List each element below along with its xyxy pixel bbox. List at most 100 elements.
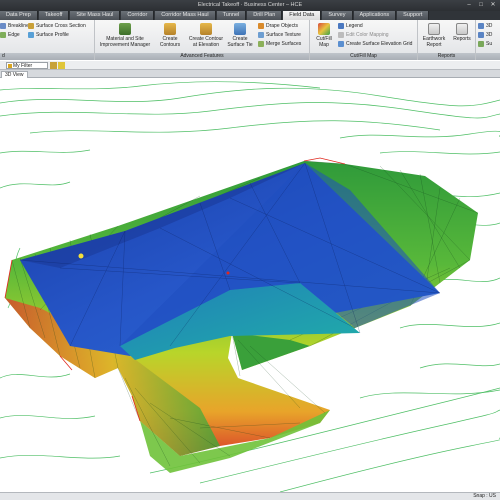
tab-3d-view[interactable]: 3D View — [1, 71, 28, 78]
drape-objects-button[interactable]: Drape Objects — [258, 23, 298, 29]
ribbon-group-cut-fill: Cut/Fill Map Legend Edit Color Mapping C… — [310, 20, 418, 60]
ribbon: Breakline Edge Surface Cross Section Sur… — [0, 20, 500, 60]
maximize-icon[interactable]: □ — [476, 1, 486, 9]
reports-button[interactable]: Reports — [449, 23, 475, 42]
tab-support[interactable]: Support — [397, 11, 430, 20]
ribbon-group-reports: Earthwork Report Reports Reports — [418, 20, 476, 60]
material-manager-button[interactable]: Material and Site Improvement Manager — [97, 23, 153, 48]
create-contour-elevation-button[interactable]: Create Contour at Elevation — [187, 23, 225, 48]
3d-label-2: 3D — [486, 32, 493, 38]
highlight-icon[interactable] — [58, 62, 65, 69]
merge-surfaces-label: Merge Surfaces — [266, 41, 302, 47]
selection-marker[interactable] — [78, 253, 84, 259]
3d-icon — [478, 23, 484, 29]
legend-label: Legend — [346, 23, 363, 29]
minimize-icon[interactable]: – — [464, 1, 474, 9]
merge-surfaces-button[interactable]: Merge Surfaces — [258, 41, 301, 47]
edge-button[interactable]: Edge — [0, 32, 20, 38]
drape-objects-label: Drape Objects — [266, 23, 298, 29]
edge-label: Edge — [8, 32, 20, 38]
surface-texture-label: Surface Texture — [266, 32, 301, 38]
3d-viewport[interactable] — [0, 78, 500, 492]
tab-field-data[interactable]: Field Data — [283, 11, 322, 20]
cross-section-icon — [28, 23, 34, 29]
create-surface-tie-label: Create Surface Tie — [227, 36, 253, 48]
3d-label-1: 3D — [486, 23, 493, 29]
snap-status[interactable]: Snap : US — [473, 493, 496, 500]
earthwork-report-button[interactable]: Earthwork Report — [419, 23, 449, 48]
surface-label-right: Su — [486, 41, 493, 47]
point-marker[interactable] — [226, 271, 230, 275]
drape-icon — [258, 23, 264, 29]
filter-dropdown[interactable]: My Filter — [6, 62, 48, 69]
group-label-cut-fill: Cut/Fill Map — [310, 53, 417, 60]
window-title: Electrical Takeoff · Business Center – H… — [197, 2, 303, 8]
surface-icon — [478, 41, 484, 47]
group-label-left: d — [0, 53, 94, 60]
edit-color-mapping-button[interactable]: Edit Color Mapping — [338, 32, 389, 38]
reports-label: Reports — [453, 36, 471, 42]
ribbon-group-surface: Breakline Edge Surface Cross Section Sur… — [0, 20, 95, 60]
earthwork-report-label: Earthwork Report — [422, 36, 446, 48]
tab-data-prep[interactable]: Data Prep — [0, 11, 38, 20]
profile-icon — [28, 32, 34, 38]
status-bar: Snap : US — [0, 492, 500, 500]
3d-button-2[interactable]: 3D — [478, 32, 492, 38]
tab-corridor[interactable]: Corridor — [121, 11, 155, 20]
surface-elevation-grid-label: Create Surface Elevation Grid — [346, 41, 413, 47]
material-icon — [119, 23, 131, 35]
cut-fill-map-label: Cut/Fill Map — [316, 36, 332, 48]
cut-fill-map-button[interactable]: Cut/Fill Map — [312, 23, 336, 48]
color-mapping-icon — [338, 32, 344, 38]
tab-tunnel[interactable]: Tunnel — [216, 11, 247, 20]
surface-texture-button[interactable]: Surface Texture — [258, 32, 301, 38]
contours-icon — [164, 23, 176, 35]
tab-corridor-mass-haul[interactable]: Corridor Mass Haul — [155, 11, 216, 20]
legend-button[interactable]: Legend — [338, 23, 363, 29]
terrain-view — [0, 81, 500, 492]
create-contours-button[interactable]: Create Contours — [153, 23, 187, 48]
surface-cross-section-label: Surface Cross Section — [36, 23, 86, 29]
report-icon — [428, 23, 440, 35]
group-label-right — [476, 53, 500, 60]
texture-icon — [258, 32, 264, 38]
group-label-advanced: Advanced Features — [95, 53, 309, 60]
ribbon-group-right: 3D 3D Su — [476, 20, 500, 60]
close-icon[interactable]: ✕ — [488, 1, 498, 9]
surface-profile-button[interactable]: Surface Profile — [28, 32, 69, 38]
create-surface-tie-button[interactable]: Create Surface Tie — [225, 23, 255, 48]
filter-icon — [8, 64, 12, 68]
breakline-icon — [0, 23, 6, 29]
material-manager-label: Material and Site Improvement Manager — [99, 36, 151, 48]
legend-icon — [338, 23, 344, 29]
filter-options-icon[interactable] — [50, 62, 57, 69]
edge-icon — [0, 32, 6, 38]
surface-button-right[interactable]: Su — [478, 41, 492, 47]
filter-toolbar: My Filter — [0, 61, 500, 70]
tab-site-mass-haul[interactable]: Site Mass Haul — [70, 11, 121, 20]
tab-drill-plan[interactable]: Drill Plan — [247, 11, 283, 20]
surface-profile-label: Surface Profile — [36, 32, 69, 38]
tab-applications[interactable]: Applications — [353, 11, 397, 20]
tab-takeoff[interactable]: Takeoff — [38, 11, 70, 20]
breakline-button[interactable]: Breakline — [0, 23, 29, 29]
ribbon-group-advanced-features: Material and Site Improvement Manager Cr… — [95, 20, 310, 60]
3d-icon — [478, 32, 484, 38]
surface-cross-section-button[interactable]: Surface Cross Section — [28, 23, 86, 29]
create-contours-label: Create Contours — [159, 36, 181, 48]
ribbon-tabs: Data Prep Takeoff Site Mass Haul Corrido… — [0, 11, 500, 20]
contour-elevation-icon — [200, 23, 212, 35]
tab-survey[interactable]: Survey — [322, 11, 353, 20]
window-controls: – □ ✕ — [464, 1, 498, 9]
breakline-label: Breakline — [8, 23, 29, 29]
edit-color-mapping-label: Edit Color Mapping — [346, 32, 389, 38]
surface-tie-icon — [234, 23, 246, 35]
create-contour-elevation-label: Create Contour at Elevation — [188, 36, 224, 48]
cut-fill-icon — [318, 23, 330, 35]
surface-elevation-grid-button[interactable]: Create Surface Elevation Grid — [338, 41, 412, 47]
3d-button-1[interactable]: 3D — [478, 23, 492, 29]
title-bar: Electrical Takeoff · Business Center – H… — [0, 0, 500, 11]
group-label-reports: Reports — [418, 53, 475, 60]
reports-icon — [456, 23, 468, 35]
filter-value: My Filter — [13, 63, 33, 69]
